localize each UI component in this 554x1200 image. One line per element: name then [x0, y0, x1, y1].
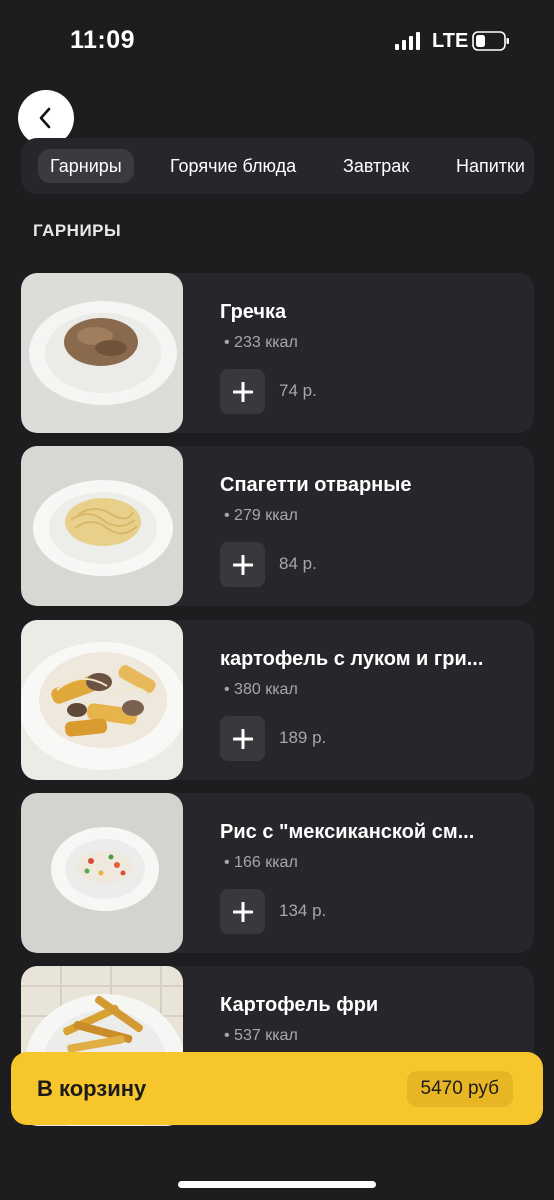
plus-icon — [232, 381, 253, 402]
product-photo — [21, 793, 183, 953]
signal-bars-icon — [395, 32, 420, 50]
product-price: 189 р. — [279, 728, 327, 747]
product-kcal: 166 ккал — [224, 854, 298, 872]
cart-label: В корзину — [37, 1076, 147, 1101]
product-price: 74 р. — [279, 381, 317, 400]
plus-icon — [232, 728, 253, 749]
product-kcal: 537 ккал — [224, 1027, 298, 1045]
product-price: 134 р. — [279, 901, 327, 920]
product-name: картофель с луком и гри... — [220, 648, 484, 670]
section-title: ГАРНИРЫ — [33, 221, 122, 240]
product-photo — [21, 446, 183, 606]
cart-total: 5470 руб — [406, 1071, 513, 1107]
status-time: 11:09 — [70, 26, 136, 54]
chevron-left-icon — [39, 107, 51, 129]
add-to-cart-button[interactable] — [220, 369, 265, 414]
product-card[interactable]: картофель с луком и гри... 380 ккал 189 … — [21, 620, 534, 780]
product-kcal: 279 ккал — [224, 507, 298, 525]
category-tabs: Гарниры Горячие блюда Завтрак Напитки — [21, 138, 534, 194]
product-kcal: 233 ккал — [224, 334, 298, 352]
product-photo — [21, 273, 183, 433]
add-to-cart-button[interactable] — [220, 889, 265, 934]
plus-icon — [232, 901, 253, 922]
product-name: Картофель фри — [220, 994, 379, 1016]
plus-icon — [232, 554, 253, 575]
tab-garnishes[interactable]: Гарниры — [38, 149, 134, 183]
product-card[interactable]: Рис с "мексиканской см... 166 ккал 134 р… — [21, 793, 534, 953]
network-label: LTE — [432, 30, 469, 52]
add-to-cart-button[interactable] — [220, 716, 265, 761]
home-indicator — [178, 1181, 376, 1188]
tab-drinks[interactable]: Напитки — [456, 149, 525, 183]
screen: 11:09 LTE Гарниры Горячие блюда Завтрак … — [0, 0, 554, 1200]
tab-hot-dishes[interactable]: Горячие блюда — [170, 149, 296, 183]
product-name: Рис с "мексиканской см... — [220, 821, 475, 843]
product-price: 84 р. — [279, 554, 317, 573]
product-kcal: 380 ккал — [224, 681, 298, 699]
product-card[interactable]: Гречка 233 ккал 74 р. — [21, 273, 534, 433]
product-name: Спагетти отварные — [220, 474, 412, 496]
tab-breakfast[interactable]: Завтрак — [343, 149, 409, 183]
cart-button[interactable]: В корзину 5470 руб — [11, 1052, 543, 1125]
product-photo — [21, 620, 183, 780]
add-to-cart-button[interactable] — [220, 542, 265, 587]
battery-icon — [472, 31, 509, 51]
product-name: Гречка — [220, 301, 287, 323]
status-bar: 11:09 LTE — [0, 0, 554, 80]
product-card[interactable]: Спагетти отварные 279 ккал 84 р. — [21, 446, 534, 606]
